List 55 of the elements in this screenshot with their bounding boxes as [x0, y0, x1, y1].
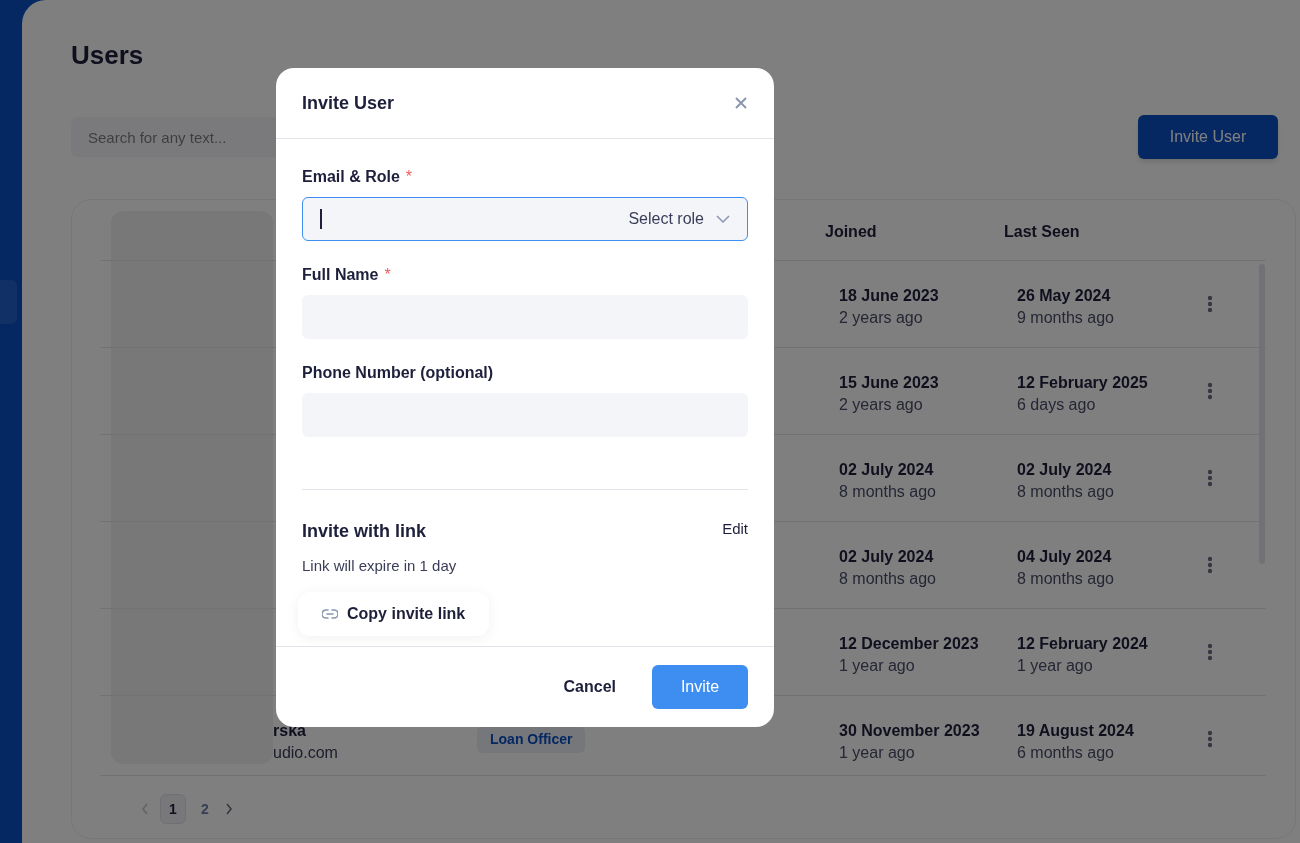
relative-time: 9 months ago: [1017, 308, 1114, 328]
column-header: Last Seen: [1004, 222, 1080, 242]
date-joined: 12 December 2023: [839, 634, 979, 654]
date-joined: 30 November 2023: [839, 721, 980, 741]
required-mark: *: [405, 167, 413, 187]
relative-time: 8 months ago: [1017, 569, 1114, 589]
close-icon[interactable]: [734, 96, 748, 110]
relative-time: 6 months ago: [1017, 743, 1114, 763]
text-cursor: [320, 209, 322, 229]
relative-time: 2 years ago: [839, 308, 923, 328]
relative-time: 6 days ago: [1017, 395, 1096, 415]
last-seen-date: 12 February 2025: [1017, 373, 1148, 393]
date-joined: 02 July 2024: [839, 547, 934, 567]
user-email: udio.com: [273, 743, 338, 763]
relative-time: 2 years ago: [839, 395, 923, 415]
link-icon: [322, 608, 338, 619]
cancel-button[interactable]: Cancel: [543, 665, 636, 709]
last-seen-date: 26 May 2024: [1017, 286, 1111, 306]
relative-time: 8 months ago: [839, 569, 936, 589]
relative-time: 8 months ago: [1017, 482, 1114, 502]
page-button[interactable]: 1: [160, 794, 186, 824]
dialog-title: Invite User: [302, 91, 395, 115]
section-title: Invite with link: [302, 520, 426, 543]
relative-time: 1 year ago: [839, 656, 915, 676]
more-options-icon[interactable]: [1207, 556, 1213, 574]
date-joined: 15 June 2023: [839, 373, 939, 393]
edit-link[interactable]: Edit: [722, 518, 748, 541]
more-options-icon[interactable]: [1207, 295, 1213, 313]
email-field[interactable]: Select role: [302, 197, 748, 241]
role-select[interactable]: Select role: [628, 207, 704, 231]
required-mark: *: [384, 265, 391, 285]
chevron-down-icon: [716, 215, 730, 223]
last-seen-date: 12 February 2024: [1017, 634, 1148, 654]
field-label: Email & Role: [302, 167, 400, 187]
last-seen-date: 02 July 2024: [1017, 460, 1112, 480]
page-title: Users: [71, 39, 145, 72]
copy-invite-link-button[interactable]: Copy invite link: [298, 591, 490, 636]
more-options-icon[interactable]: [1207, 643, 1213, 661]
user-name: rska: [273, 721, 306, 741]
role-tag: Loan Officer: [477, 726, 586, 753]
more-options-icon[interactable]: [1207, 469, 1213, 487]
last-seen-date: 19 August 2024: [1017, 721, 1134, 741]
relative-time: 1 year ago: [1017, 656, 1093, 676]
last-seen-date: 04 July 2024: [1017, 547, 1112, 567]
relative-time: 8 months ago: [839, 482, 936, 502]
more-options-icon[interactable]: [1207, 382, 1213, 400]
relative-time: 1 year ago: [839, 743, 915, 763]
date-joined: 18 June 2023: [839, 286, 939, 306]
column-header: Joined: [825, 222, 877, 242]
date-joined: 02 July 2024: [839, 460, 934, 480]
more-options-icon[interactable]: [1207, 730, 1213, 748]
field-label: Phone Number (optional): [302, 363, 494, 383]
field-label: Full Name: [302, 265, 379, 285]
expiry-note: Link will expire in 1 day: [302, 556, 458, 576]
invite-user-button[interactable]: Invite User: [1138, 115, 1278, 159]
